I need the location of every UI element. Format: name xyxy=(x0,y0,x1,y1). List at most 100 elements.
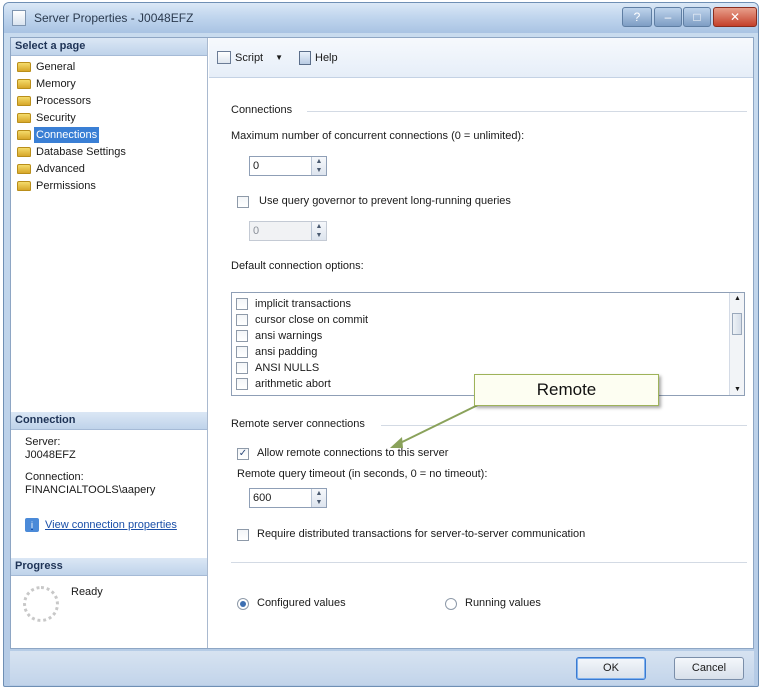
sidebar-item-label: General xyxy=(36,60,76,73)
distributed-transactions-label: Require distributed transactions for ser… xyxy=(257,528,586,540)
list-scrollbar[interactable]: ▲ ▼ xyxy=(729,293,744,395)
script-button[interactable]: Script ▼ xyxy=(217,51,283,64)
option-label: ansi warnings xyxy=(255,330,323,342)
remote-timeout-stepper[interactable]: 600 ▲ ▼ xyxy=(249,488,327,508)
sidebar-item-database-settings[interactable]: Database Settings xyxy=(17,143,128,160)
option-checkbox[interactable] xyxy=(236,314,248,326)
server-value: J0048EFZ xyxy=(25,449,76,461)
scroll-thumb[interactable] xyxy=(732,313,742,335)
running-values-label: Running values xyxy=(465,597,541,609)
left-pane: Select a page General Memory Processors … xyxy=(11,38,208,648)
connection-value: FINANCIALTOOLS\aapery xyxy=(25,484,156,496)
stepper-arrows-icon[interactable]: ▲ ▼ xyxy=(311,157,326,175)
window-title: Server Properties - J0048EFZ xyxy=(34,11,194,25)
sidebar-item-label: Connections xyxy=(34,126,100,143)
page-icon xyxy=(17,180,31,191)
progress-spinner-icon xyxy=(23,586,59,622)
remote-timeout-label: Remote query timeout (in seconds, 0 = no… xyxy=(237,468,488,480)
stepper-arrows-icon[interactable]: ▲ ▼ xyxy=(311,489,326,507)
sidebar-item-security[interactable]: Security xyxy=(17,109,128,126)
page-icon xyxy=(17,163,31,174)
default-options-label: Default connection options: xyxy=(231,260,364,272)
list-item[interactable]: cursor close on commit xyxy=(236,312,368,328)
option-label: arithmetic abort xyxy=(255,378,331,390)
help-button[interactable]: Help xyxy=(299,51,338,65)
option-label: implicit transactions xyxy=(255,298,351,310)
sidebar-item-label: Permissions xyxy=(36,179,96,192)
view-connection-properties-label: View connection properties xyxy=(45,519,177,531)
list-item[interactable]: arithmetic abort xyxy=(236,376,331,392)
cancel-button[interactable]: Cancel xyxy=(674,657,744,680)
option-label: ansi padding xyxy=(255,346,318,358)
max-connections-label: Maximum number of concurrent connections… xyxy=(231,130,525,142)
dialog-body: Select a page General Memory Processors … xyxy=(10,37,754,649)
sidebar-item-label: Advanced xyxy=(36,162,85,175)
option-checkbox[interactable] xyxy=(236,378,248,390)
select-page-header: Select a page xyxy=(11,38,207,56)
query-governor-checkbox[interactable] xyxy=(237,196,249,208)
list-item[interactable]: implicit transactions xyxy=(236,296,351,312)
configured-values-label: Configured values xyxy=(257,597,346,609)
option-checkbox[interactable] xyxy=(236,298,248,310)
scroll-down-icon[interactable]: ▼ xyxy=(734,386,741,393)
scroll-up-icon[interactable]: ▲ xyxy=(734,295,741,302)
page-list: General Memory Processors Security Conne… xyxy=(17,58,128,194)
close-button[interactable]: ✕ xyxy=(713,7,757,27)
section-divider xyxy=(381,425,747,426)
server-label: Server: xyxy=(25,436,61,448)
allow-remote-checkbox[interactable]: ✓ xyxy=(237,448,249,460)
query-governor-label: Use query governor to prevent long-runni… xyxy=(259,195,511,207)
help-label: Help xyxy=(315,52,338,64)
minimize-button[interactable]: – xyxy=(654,7,682,27)
server-properties-window: Server Properties - J0048EFZ ? – □ ✕ Sel… xyxy=(3,2,759,687)
sidebar-item-label: Processors xyxy=(36,94,92,107)
page-icon xyxy=(17,146,31,157)
script-icon xyxy=(217,51,231,64)
running-values-radio[interactable] xyxy=(445,598,457,610)
max-connections-value: 0 xyxy=(253,160,260,172)
sidebar-item-label: Database Settings xyxy=(36,145,126,158)
query-governor-value: 0 xyxy=(253,225,260,237)
sidebar-item-label: Memory xyxy=(36,77,76,90)
option-label: cursor close on commit xyxy=(255,314,369,326)
maximize-button[interactable]: □ xyxy=(683,7,711,27)
page-icon xyxy=(17,61,31,72)
option-label: ANSI NULLS xyxy=(255,362,320,374)
sidebar-item-label: Security xyxy=(36,111,76,124)
connections-page: Script ▼ Help Connections Maximum number… xyxy=(209,38,753,648)
sidebar-item-permissions[interactable]: Permissions xyxy=(17,177,128,194)
list-item[interactable]: ansi warnings xyxy=(236,328,322,344)
view-connection-properties-link[interactable]: i View connection properties xyxy=(25,518,177,532)
connections-section-title: Connections xyxy=(231,104,293,116)
list-item[interactable]: ansi padding xyxy=(236,344,317,360)
sidebar-item-connections[interactable]: Connections xyxy=(17,126,128,143)
progress-header: Progress xyxy=(11,558,207,576)
stepper-arrows-icon: ▲ ▼ xyxy=(311,222,326,240)
ok-button[interactable]: OK xyxy=(576,657,646,680)
remote-timeout-value: 600 xyxy=(253,492,272,504)
connection-info: Server: J0048EFZ Connection: FINANCIALTO… xyxy=(25,436,155,497)
option-checkbox[interactable] xyxy=(236,362,248,374)
sidebar-item-advanced[interactable]: Advanced xyxy=(17,160,128,177)
sidebar-item-general[interactable]: General xyxy=(17,58,128,75)
section-divider xyxy=(231,562,747,563)
sidebar-item-memory[interactable]: Memory xyxy=(17,75,128,92)
query-governor-stepper: 0 ▲ ▼ xyxy=(249,221,327,241)
progress-status: Ready xyxy=(71,586,103,598)
option-checkbox[interactable] xyxy=(236,330,248,342)
remote-callout: Remote xyxy=(474,374,659,406)
max-connections-stepper[interactable]: 0 ▲ ▼ xyxy=(249,156,327,176)
context-help-button[interactable]: ? xyxy=(622,7,652,27)
help-icon xyxy=(299,51,311,65)
list-item[interactable]: ANSI NULLS xyxy=(236,360,319,376)
configured-values-radio[interactable] xyxy=(237,598,249,610)
connection-properties-icon: i xyxy=(25,518,39,532)
title-bar[interactable]: Server Properties - J0048EFZ ? – □ ✕ xyxy=(4,3,758,33)
option-checkbox[interactable] xyxy=(236,346,248,358)
distributed-transactions-checkbox[interactable] xyxy=(237,529,249,541)
connection-label: Connection: xyxy=(25,471,84,483)
sidebar-item-processors[interactable]: Processors xyxy=(17,92,128,109)
chevron-down-icon[interactable]: ▼ xyxy=(275,53,283,62)
page-icon xyxy=(17,95,31,106)
connection-header: Connection xyxy=(11,412,207,430)
